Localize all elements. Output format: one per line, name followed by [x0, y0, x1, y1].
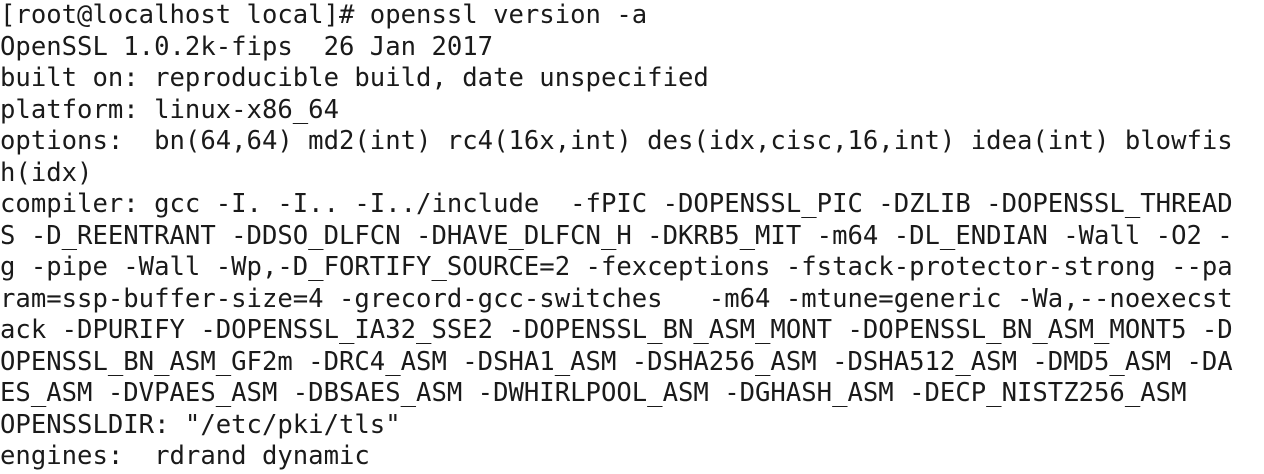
terminal-window[interactable]: [root@localhost local]# openssl version …: [0, 0, 1264, 474]
output-line-compiler-wrap-2: g -pipe -Wall -Wp,-D_FORTIFY_SOURCE=2 -f…: [0, 252, 1233, 282]
output-line-compiler-wrap-1: S -D_REENTRANT -DDSO_DLFCN -DHAVE_DLFCN_…: [0, 220, 1233, 251]
output-line-compiler-wrap-3: ram=ssp-buffer-size=4 -grecord-gcc-switc…: [0, 283, 1233, 314]
output-line-compiler: compiler: gcc -I. -I.. -I../include -fPI…: [0, 189, 1233, 219]
output-line-options-wrap: h(idx): [0, 157, 93, 188]
command-prompt-line: [root@localhost local]# openssl version …: [0, 0, 648, 30]
output-line-options: options: bn(64,64) md2(int) rc4(16x,int)…: [0, 126, 1233, 156]
output-line-compiler-wrap-5: OPENSSL_BN_ASM_GF2m -DRC4_ASM -DSHA1_ASM…: [0, 346, 1233, 377]
output-line-platform: platform: linux-x86_64: [0, 94, 339, 125]
output-line-compiler-wrap-6: ES_ASM -DVPAES_ASM -DBSAES_ASM -DWHIRLPO…: [0, 378, 1187, 408]
output-line-version: OpenSSL 1.0.2k-fips 26 Jan 2017: [0, 31, 494, 62]
output-line-built-on: built on: reproducible build, date unspe…: [0, 63, 709, 93]
output-line-openssldir: OPENSSLDIR: "/etc/pki/tls": [0, 409, 401, 440]
output-line-compiler-wrap-4: ack -DPURIFY -DOPENSSL_IA32_SSE2 -DOPENS…: [0, 315, 1233, 345]
output-line-engines: engines: rdrand dynamic: [0, 441, 370, 471]
terminal-output: [root@localhost local]# openssl version …: [0, 0, 1233, 473]
